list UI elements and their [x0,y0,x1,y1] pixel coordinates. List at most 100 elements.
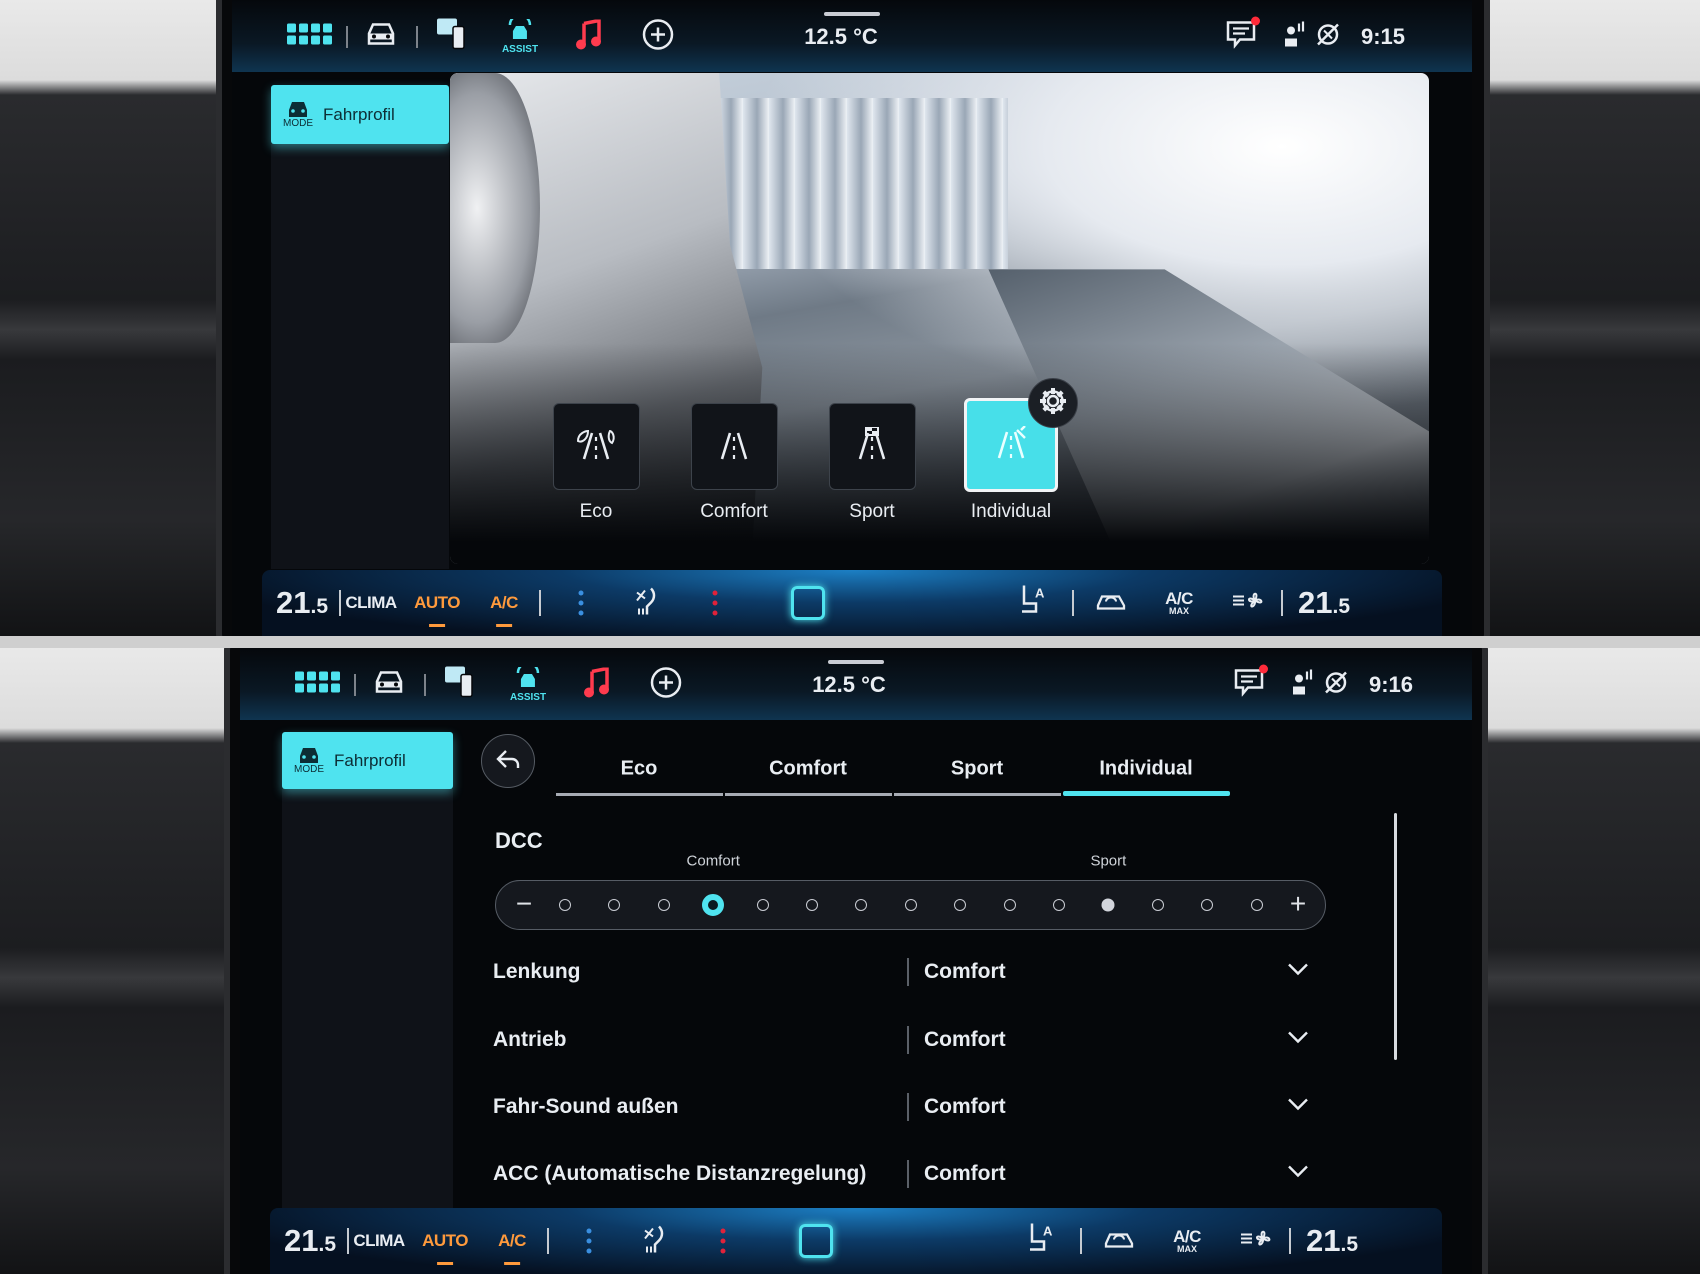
phone-mirror-icon[interactable] [437,18,467,56]
setting-value-dropdown[interactable]: Comfort [924,1028,1006,1052]
dcc-step[interactable] [954,899,967,911]
right-temperature[interactable]: 21.5 [1298,585,1350,621]
add-circle-icon[interactable] [650,667,682,704]
dcc-step[interactable] [855,899,868,911]
auto-button[interactable]: AUTO [414,593,460,627]
chevron-down-icon[interactable] [1287,1031,1309,1050]
setting-value-dropdown[interactable]: Comfort [924,1162,1006,1186]
dcc-step[interactable] [1003,899,1016,911]
apps-grid-icon[interactable] [295,671,341,699]
seat-ventilation-icon[interactable] [641,1223,671,1260]
seat-auto-icon[interactable]: A [1026,1222,1056,1261]
divider [539,590,541,616]
dcc-slider-thumb[interactable] [702,894,725,916]
auto-button[interactable]: AUTO [422,1231,468,1265]
tab-individual[interactable]: Individual [1099,758,1192,781]
setting-label: ACC (Automatische Distanzregelung) [493,1162,867,1185]
outside-temperature: 12.5 °C [812,672,886,697]
dcc-decrease-button[interactable]: − [516,888,532,920]
fan-icon[interactable] [1232,589,1266,618]
seat-heating-level[interactable] [712,590,718,616]
dcc-step[interactable] [1151,899,1164,911]
car-icon[interactable] [365,22,397,53]
voice-assistant-icon[interactable] [1290,669,1316,702]
seat-heating-level[interactable] [720,1228,726,1254]
left-temperature[interactable]: 21.5 [284,1223,336,1259]
message-icon[interactable] [1226,16,1260,54]
dcc-step[interactable] [1101,898,1115,912]
home-button[interactable] [799,1224,833,1258]
dcc-step[interactable] [657,899,670,911]
fahrprofil-menu-item[interactable]: MODE Fahrprofil [271,85,449,144]
assist-button[interactable]: ASSIST [510,661,546,703]
svg-text:A: A [1043,1224,1053,1239]
individual-settings-button[interactable] [1028,378,1078,428]
dcc-step[interactable] [1053,899,1065,911]
home-button[interactable] [791,586,825,620]
phone-mirror-icon[interactable] [445,666,475,704]
tab-sport[interactable]: Sport [951,758,1003,781]
ac-max-button[interactable]: A/C MAX [1165,590,1193,616]
divider [416,26,418,48]
fan-icon[interactable] [1240,1227,1274,1256]
dcc-step[interactable] [1201,899,1214,911]
active-indicator [504,1262,520,1265]
seat-ventilation-icon[interactable] [633,585,663,622]
ac-button[interactable]: A/C [490,593,518,627]
dcc-step[interactable] [904,899,917,911]
seat-ventilation-level[interactable] [586,1228,592,1254]
dcc-step[interactable] [806,899,818,911]
chevron-down-icon[interactable] [1287,1098,1309,1117]
dcc-step[interactable] [1250,899,1263,911]
dcc-step[interactable] [756,899,769,911]
left-temperature[interactable]: 21.5 [276,585,328,621]
music-icon[interactable] [583,666,609,703]
ac-button[interactable]: A/C [498,1231,526,1265]
mode-button-sport[interactable] [828,403,916,490]
drive-mode-scene-image [450,73,1429,564]
voice-assistant-icon[interactable] [1282,21,1308,54]
tab-eco[interactable]: Eco [621,758,658,781]
divider [347,1228,349,1254]
fahrprofil-menu-item[interactable]: MODE Fahrprofil [282,732,453,789]
divider [1281,590,1283,616]
seat-ventilation-level[interactable] [578,590,584,616]
air-recirculation-icon[interactable] [1103,1228,1135,1255]
apps-grid-icon[interactable] [287,23,333,51]
music-icon[interactable] [575,18,601,55]
comfort-road-icon [714,427,754,466]
privacy-off-icon[interactable] [1322,669,1350,702]
sidebar [271,144,449,569]
right-temperature[interactable]: 21.5 [1306,1223,1358,1259]
clock: 9:16 [1368,672,1414,697]
setting-value-dropdown[interactable]: Comfort [924,960,1006,984]
clima-button[interactable]: CLIMA [345,593,397,613]
drag-handle[interactable] [828,660,884,664]
chevron-down-icon[interactable] [1287,1165,1309,1184]
air-recirculation-icon[interactable] [1095,590,1127,617]
add-circle-icon[interactable] [642,19,674,56]
assist-button[interactable]: ASSIST [502,13,538,55]
scrollbar[interactable] [1394,813,1397,1060]
dcc-step[interactable] [608,899,621,911]
message-icon[interactable] [1234,664,1268,702]
mode-label: Comfort [700,501,768,522]
privacy-off-icon[interactable] [1314,21,1342,54]
back-button[interactable] [481,734,535,788]
chevron-down-icon[interactable] [1287,963,1309,982]
setting-label: Antrieb [493,1028,567,1051]
mode-button-eco[interactable] [552,403,640,490]
dcc-step[interactable] [559,899,571,911]
setting-value-dropdown[interactable]: Comfort [924,1095,1006,1119]
dcc-increase-button[interactable]: + [1290,888,1306,920]
tab-comfort[interactable]: Comfort [769,758,847,781]
sidebar [282,789,453,1208]
clima-button[interactable]: CLIMA [353,1231,405,1251]
seat-auto-icon[interactable]: A [1018,584,1048,623]
clock: 9:15 [1360,24,1406,49]
car-icon[interactable] [373,670,405,701]
mode-button-comfort[interactable] [690,403,778,490]
ac-max-button[interactable]: A/C MAX [1173,1228,1201,1254]
active-indicator [436,1262,453,1265]
drag-handle[interactable] [824,12,880,16]
